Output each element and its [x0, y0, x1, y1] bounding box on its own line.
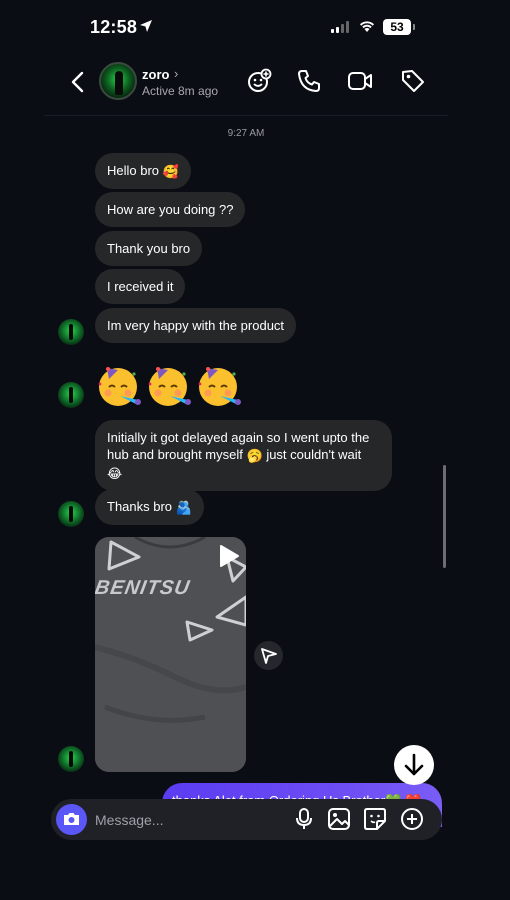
message-bubble[interactable]: Im very happy with the product	[95, 308, 297, 343]
message-text: Thanks bro	[107, 499, 173, 514]
message-bubble[interactable]: Thanks bro 🫂	[95, 489, 204, 526]
tears-of-joy-emoji: 😂	[107, 466, 123, 482]
status-bar: 12:58 53	[0, 0, 510, 56]
play-icon[interactable]	[218, 544, 240, 568]
add-person-icon[interactable]	[246, 68, 272, 94]
message-bubble[interactable]: Hello bro 🥰	[95, 153, 191, 190]
people-hugging-emoji: 🫂	[175, 500, 192, 516]
active-status: Active 8m ago	[142, 84, 219, 98]
message-text: Thank you bro	[107, 241, 191, 256]
shirt-print-text: BENITSU	[95, 577, 192, 599]
chevron-left-icon[interactable]	[66, 68, 90, 96]
message-bubble[interactable]: Thank you bro	[95, 231, 203, 266]
camera-icon	[64, 813, 79, 825]
share-button[interactable]	[254, 641, 283, 670]
contact-name[interactable]: zoro	[142, 67, 169, 82]
shirt-graphic	[95, 537, 246, 772]
message-bubble[interactable]: How are you doing ??	[95, 192, 246, 227]
message-text: Hello bro	[107, 163, 160, 178]
arrow-down-icon	[404, 753, 424, 776]
tag-icon[interactable]	[400, 68, 426, 94]
message-text: How are you doing ??	[107, 202, 234, 217]
send-icon	[261, 648, 277, 664]
status-time: 12:58	[90, 17, 138, 37]
chat-header: zoro › Active 8m ago	[0, 58, 510, 106]
location-arrow-icon	[140, 20, 152, 32]
message-text-continued: just couldn't wait	[266, 447, 362, 462]
partying-face-emoji[interactable]	[144, 360, 194, 410]
chevron-right-icon[interactable]: ›	[174, 66, 178, 81]
scroll-to-bottom-button[interactable]	[394, 745, 434, 785]
sender-avatar[interactable]	[58, 501, 84, 527]
partying-face-emoji[interactable]	[194, 360, 244, 410]
wifi-icon	[360, 21, 374, 32]
sender-avatar[interactable]	[58, 382, 84, 408]
message-input[interactable]	[95, 799, 285, 840]
message-text: Im very happy with the product	[107, 318, 285, 333]
sticker-icon[interactable]	[363, 807, 387, 831]
message-timestamp: 9:27 AM	[227, 128, 265, 139]
scrollbar[interactable]	[443, 465, 446, 568]
sender-avatar[interactable]	[58, 319, 84, 345]
sender-avatar[interactable]	[58, 746, 84, 772]
message-bubble[interactable]: Initially it got delayed again so I went…	[95, 420, 392, 492]
partying-face-emoji[interactable]	[94, 360, 144, 410]
header-divider	[44, 115, 448, 116]
signal-icon	[331, 21, 349, 33]
phone-icon[interactable]	[296, 68, 322, 94]
message-text: I received it	[107, 279, 174, 294]
microphone-icon[interactable]	[292, 807, 316, 831]
video-icon[interactable]	[347, 68, 373, 94]
camera-button[interactable]	[56, 804, 87, 835]
photo-message[interactable]: BENITSU	[95, 537, 246, 772]
gallery-icon[interactable]	[327, 807, 351, 831]
plus-icon[interactable]	[400, 807, 424, 831]
battery-indicator: 53	[383, 19, 415, 35]
contact-avatar[interactable]	[99, 62, 137, 100]
yawning-face-emoji: 🥱	[246, 448, 263, 464]
message-composer	[51, 799, 442, 840]
smiling-face-with-hearts-emoji: 🥰	[162, 164, 179, 180]
message-bubble[interactable]: I received it	[95, 269, 186, 304]
